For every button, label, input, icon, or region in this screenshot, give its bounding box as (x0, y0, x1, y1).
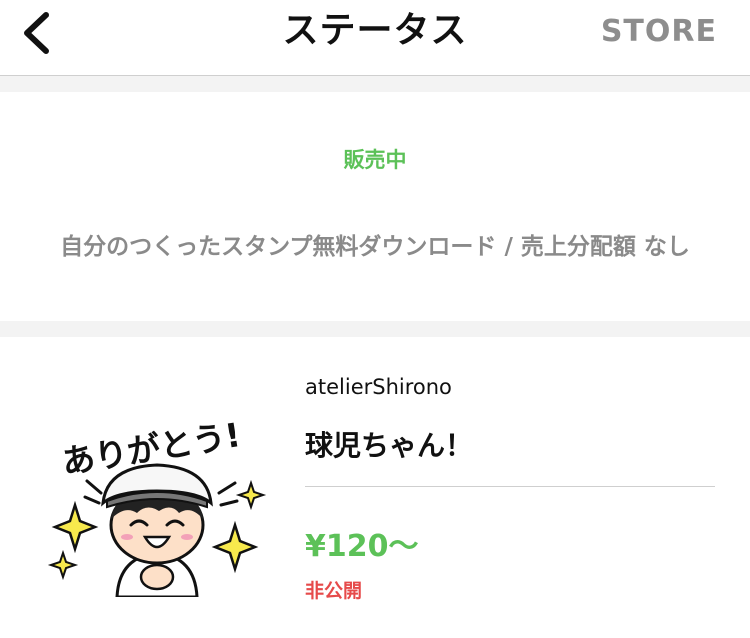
product-divider (305, 486, 715, 487)
product-price: ¥120～ (305, 529, 419, 564)
status-section: 販売中 自分のつくったスタンプ無料ダウンロード / 売上分配額 なし (0, 92, 750, 321)
section-divider-top (0, 76, 750, 92)
store-button[interactable]: STORE (601, 12, 717, 52)
status-description: 自分のつくったスタンプ無料ダウンロード / 売上分配額 なし (60, 234, 690, 260)
product-name: 球児ちゃん！ (305, 429, 474, 462)
sales-status-label: 販売中 (343, 148, 407, 172)
sticker-image[interactable]: ありがとう! (47, 407, 267, 597)
product-card[interactable]: ありがとう! atelierShirono 球児ちゃん！ ¥120～ 非公開 (0, 337, 750, 638)
visibility-status: 非公開 (305, 580, 363, 602)
app-header: ステータス STORE (0, 0, 750, 76)
section-divider-middle (0, 321, 750, 337)
author-name: atelierShirono (305, 375, 452, 399)
